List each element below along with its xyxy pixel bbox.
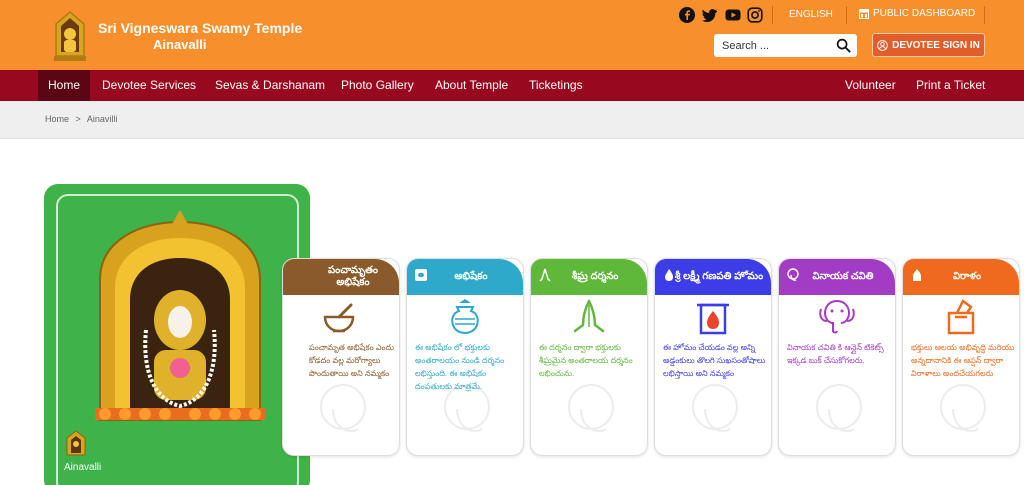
nav-item-home[interactable]: Home	[38, 70, 91, 101]
deity-image	[95, 210, 265, 421]
language-selector[interactable]: ENGLISH	[789, 9, 833, 20]
breadcrumb-bar: Home > Ainavilli	[0, 101, 1024, 139]
youtube-icon[interactable]	[725, 7, 741, 23]
service-card[interactable]: పంచామృతం అభిషేకం పంచామృత అభిషేకం ఎందు కో…	[282, 258, 400, 456]
service-card[interactable]: అభిషేకం ఈ అభిషేకం లో భక్తులకు అంతరాలయం న…	[406, 258, 524, 456]
ganesha-icon	[819, 300, 855, 334]
card-description: వినాయక చవితి కి ఆన్లైన్ టికెట్స్ ఇక్కడ బ…	[787, 343, 884, 365]
user-icon	[877, 39, 888, 51]
kalash-small-icon	[415, 269, 427, 281]
card-description: ఈ దర్శనం ద్వారా భక్తులకు శీఘ్రమైన అంతరాల…	[539, 343, 633, 378]
public-dashboard-label: PUBLIC DASHBOARD	[873, 8, 976, 19]
nav-item-about-temple[interactable]: About Temple	[435, 70, 508, 101]
fire-small-icon	[665, 269, 673, 281]
fire-icon	[697, 303, 729, 335]
facebook-icon[interactable]	[679, 7, 695, 23]
nav-item-sevas-darshanam[interactable]: Sevas & Darshanam	[215, 70, 325, 101]
breadcrumb-current: Ainavilli	[86, 114, 118, 124]
nav-item-print-ticket[interactable]: Print a Ticket	[916, 70, 985, 101]
temple-logo-icon[interactable]	[50, 10, 90, 62]
temple-small-icon	[66, 430, 86, 456]
nav-item-photo-gallery[interactable]: Photo Gallery	[341, 70, 414, 101]
ganesha-watermark-icon	[320, 384, 366, 432]
kalash-icon	[451, 299, 479, 335]
service-card[interactable]: శీఘ్ర దర్శనం ఈ దర్శనం ద్వారా భక్తులకు శీ…	[530, 258, 648, 456]
ganesha-watermark-icon	[444, 384, 490, 432]
top-divider	[984, 6, 985, 24]
twitter-icon[interactable]	[702, 7, 718, 23]
nav-item-devotee-services[interactable]: Devotee Services	[102, 70, 196, 101]
card-header: పంచామృతం అభిషేకం	[283, 259, 399, 295]
ganesha-watermark-icon	[940, 384, 986, 432]
card-description: భక్తులు ఆలయ అభివృద్ధి మరియు అన్నదానానికి…	[911, 343, 1015, 378]
devotee-signin-button[interactable]: DEVOTEE SIGN IN	[872, 33, 985, 57]
donation-small-icon	[913, 269, 921, 281]
breadcrumb-separator: >	[75, 114, 81, 124]
top-divider	[772, 6, 773, 24]
site-subtitle: Ainavalli	[153, 37, 207, 52]
ganesha-watermark-icon	[568, 384, 614, 432]
main-nav: Home Devotee Services Sevas & Darshanam …	[0, 70, 1024, 101]
site-title[interactable]: Sri Vigneswara Swamy Temple	[98, 20, 302, 36]
donation-box-icon	[947, 299, 975, 335]
breadcrumb-home[interactable]: Home	[45, 114, 69, 124]
ganesha-small-icon	[787, 268, 799, 281]
search-icon[interactable]	[836, 38, 851, 53]
service-card[interactable]: శ్రీ లక్ష్మీ గణపతి హోమం ఈ హోమం చేయడం వల్…	[654, 258, 772, 456]
card-description: పంచామృత అభిషేకం ఎందు కోడదం వల్ల మరోగ్యాల…	[309, 343, 395, 378]
ganesha-watermark-icon	[816, 384, 862, 432]
service-card[interactable]: విరాళం భక్తులు ఆలయ అభివృద్ధి మరియు అన్నద…	[902, 258, 1020, 456]
top-divider	[846, 6, 847, 24]
site-header: Sri Vigneswara Swamy Temple Ainavalli EN…	[0, 0, 1024, 70]
namaste-small-icon	[539, 268, 551, 282]
devotee-signin-label: DEVOTEE SIGN IN	[892, 39, 980, 51]
nav-item-ticketings[interactable]: Ticketings	[529, 70, 583, 101]
breadcrumb: Home > Ainavilli	[45, 114, 117, 124]
dashboard-icon	[859, 8, 869, 19]
card-description: ఈ హోమం చేయడం వల్ల అన్ని అడ్డంకులు తొలగి …	[663, 343, 766, 378]
public-dashboard-link[interactable]: PUBLIC DASHBOARD	[859, 8, 975, 19]
instagram-icon[interactable]	[747, 7, 763, 23]
nav-item-volunteer[interactable]: Volunteer	[845, 70, 896, 101]
ganesha-watermark-icon	[692, 384, 738, 432]
service-card[interactable]: వినాయక చవితి వినాయక చవితి కి ఆన్లైన్ టిక…	[778, 258, 896, 456]
namaste-icon	[573, 299, 605, 333]
hero-label: Ainavalli	[64, 462, 102, 473]
mortar-pestle-icon	[323, 303, 355, 333]
